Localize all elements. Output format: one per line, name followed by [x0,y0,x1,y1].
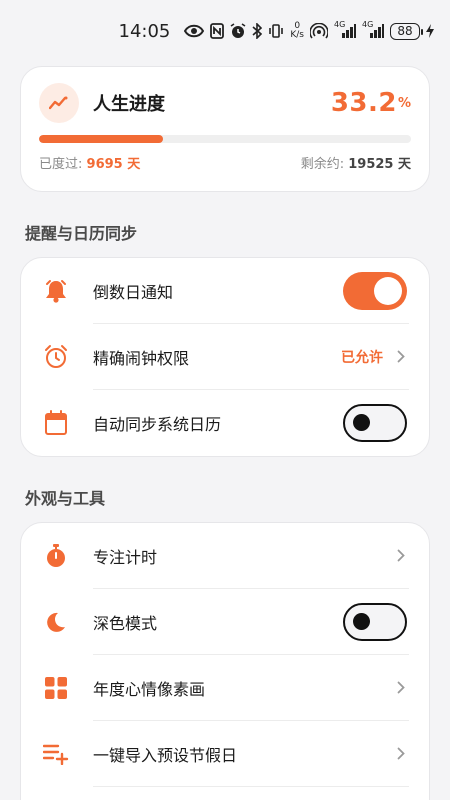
days-remaining-value: 19525 天 [348,157,411,172]
dark-mode-toggle[interactable] [343,603,407,641]
tools-settings-card: 专注计时 深色模式 年度心情像素画 一键导入预设节假日 [20,522,430,800]
toggle-knob [374,277,402,305]
nfc-icon [210,23,225,39]
list-add-icon [41,739,71,769]
charging-icon [426,24,434,38]
divider [93,786,409,787]
signal-icon: 4G [334,20,356,38]
signal-icon-2: 4G [362,20,384,38]
days-passed: 已度过: 9695 天 [39,153,140,172]
grid-icon [41,673,71,703]
hotspot-icon [310,23,328,39]
alarm-label: 精确闹钟权限 [93,349,190,368]
chevron-right-icon [397,678,405,699]
row-alarm-permission[interactable]: 精确闹钟权限 已允许 [21,324,429,390]
row-calendar-sync[interactable]: 自动同步系统日历 [21,390,429,456]
mood-label: 年度心情像素画 [93,680,206,699]
calendar-icon [41,408,71,438]
focus-label: 专注计时 [93,548,158,567]
dark-label: 深色模式 [93,614,158,633]
days-remaining: 剩余约: 19525 天 [301,153,411,172]
chevron-right-icon [397,546,405,567]
progress-bar [39,135,411,143]
row-mood-pixel[interactable]: 年度心情像素画 [21,655,429,721]
holiday-label: 一键导入预设节假日 [93,746,238,765]
sync-settings-card: 倒数日通知 精确闹钟权限 已允许 自动同步系统日历 [20,257,430,457]
bell-icon [41,276,71,306]
days-remaining-label: 剩余约: [300,157,345,172]
row-import-holidays[interactable]: 一键导入预设节假日 [21,721,429,787]
progress-bar-fill [39,135,163,143]
progress-title: 人生进度 [93,94,165,115]
calendar-label: 自动同步系统日历 [93,415,222,434]
alarm-status-icon [230,23,246,39]
stopwatch-icon [41,541,71,571]
net-speed-unit: K/s [290,30,304,40]
status-time: 14:05 [118,20,171,42]
moon-icon [41,607,71,637]
section-title-tools: 外观与工具 [25,489,106,508]
countdown-toggle[interactable] [343,272,407,310]
chevron-right-icon [397,347,405,368]
net-speed: 0 K/s [290,22,304,40]
section-title-sync: 提醒与日历同步 [25,224,138,243]
signal-label-2: 4G [362,20,374,29]
status-bar: 14:05 0 K/s 4G 4G 88 [0,0,450,62]
row-dark-mode[interactable]: 深色模式 [21,589,429,655]
alarm-status: 已允许 [341,350,383,366]
progress-percent-sign: % [397,95,411,111]
row-focus-timer[interactable]: 专注计时 [21,523,429,589]
vibrate-icon [268,23,284,39]
eye-icon [184,24,205,38]
bluetooth-icon [252,23,263,39]
calendar-toggle[interactable] [343,404,407,442]
toggle-knob [353,613,370,630]
toggle-knob [353,414,370,431]
progress-percent: 33.2 [330,88,397,118]
days-passed-label: 已度过: [39,157,83,172]
chevron-right-icon [397,744,405,765]
signal-label: 4G [334,20,346,29]
battery-indicator: 88 [390,22,423,40]
trend-line-icon [39,83,79,123]
countdown-label: 倒数日通知 [93,283,174,302]
alarm-clock-icon [41,342,71,372]
life-progress-card[interactable]: 人生进度 33.2% 已度过: 9695 天 剩余约: 19525 天 [20,66,430,192]
days-passed-value: 9695 天 [86,157,141,172]
row-countdown-notify[interactable]: 倒数日通知 [21,258,429,324]
